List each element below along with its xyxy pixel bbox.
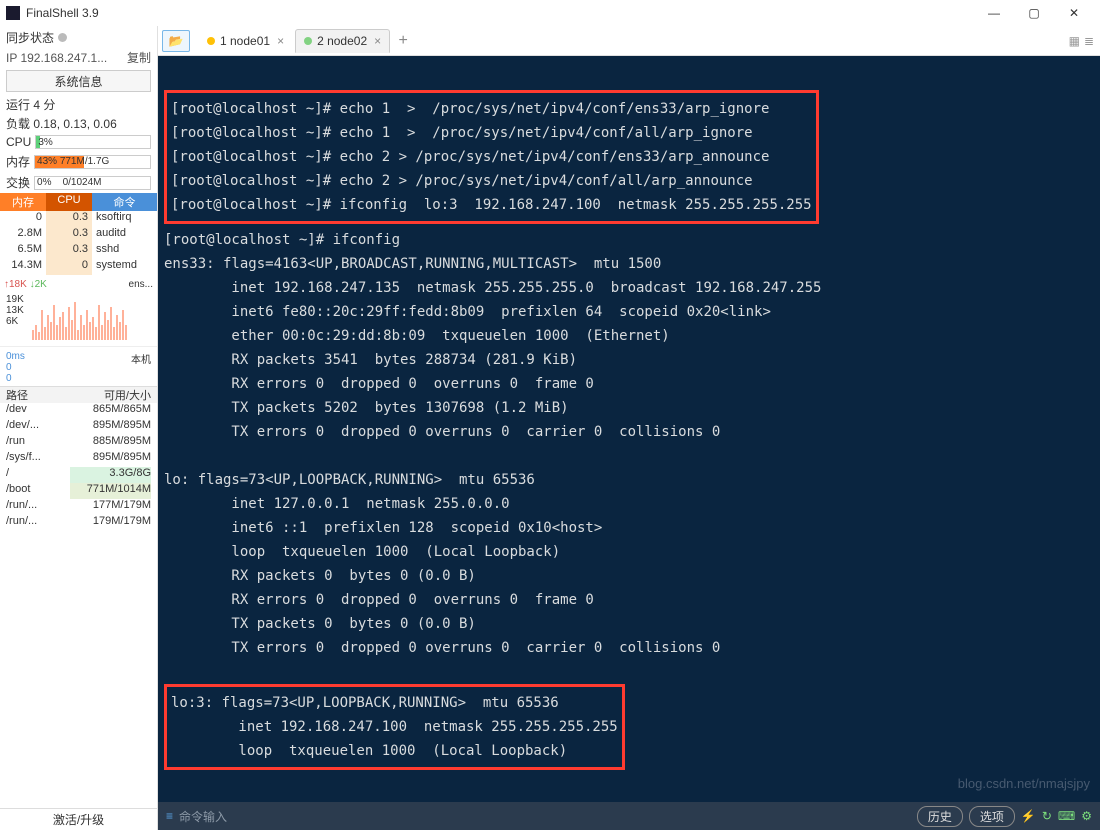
new-tab-button[interactable]: +: [392, 32, 414, 50]
options-button[interactable]: 选项: [969, 806, 1015, 827]
tab-status-dot: [207, 37, 215, 45]
disk-row[interactable]: /sys/f...895M/895M: [0, 451, 157, 467]
content-area: 📂 1 node01×2 node02× + ▦ ≣ [root@localho…: [158, 26, 1100, 830]
disk-row[interactable]: /run/...177M/179M: [0, 499, 157, 515]
process-row[interactable]: 14.3M0systemd: [0, 259, 157, 275]
system-info-button[interactable]: 系统信息: [6, 70, 151, 92]
loop-icon[interactable]: ↻: [1042, 809, 1052, 823]
view-list-icon[interactable]: ≣: [1084, 34, 1094, 48]
mem-label: 内存: [6, 153, 30, 170]
disk-row[interactable]: /dev/...895M/895M: [0, 419, 157, 435]
disk-row[interactable]: /boot771M/1014M: [0, 483, 157, 499]
disk-header: 路径可用/大小: [0, 387, 157, 403]
minimize-button[interactable]: —: [974, 1, 1014, 25]
terminal-output[interactable]: [root@localhost ~]# echo 1 > /proc/sys/n…: [158, 56, 1100, 802]
disk-row[interactable]: /run885M/895M: [0, 435, 157, 451]
bolt-icon[interactable]: ⚡: [1021, 809, 1036, 823]
net-down: ↓2K: [30, 279, 47, 290]
uptime-text: 运行 4 分: [0, 95, 157, 114]
terminal-footer: ≡ 命令输入 历史 选项 ⚡ ↻ ⌨ ⚙: [158, 802, 1100, 830]
ip-label: IP 192.168.247.1...: [6, 51, 107, 65]
cpu-gauge: 3%: [35, 135, 151, 149]
activate-button[interactable]: 激活/升级: [0, 808, 157, 830]
swap-label: 交换: [6, 174, 30, 191]
tab-bar: 📂 1 node01×2 node02× + ▦ ≣: [158, 26, 1100, 56]
mem-gauge: 43% 771M/1.7G: [34, 155, 151, 169]
cpu-label: CPU: [6, 135, 31, 149]
tab-2-node02[interactable]: 2 node02×: [295, 29, 390, 53]
sync-status-dot: [58, 33, 67, 42]
app-icon: [6, 6, 20, 20]
process-row[interactable]: 00.3ksoftirq: [0, 211, 157, 227]
tab-status-dot: [304, 37, 312, 45]
tab-1-node01[interactable]: 1 node01×: [198, 29, 293, 53]
net-device: ens...: [129, 279, 153, 290]
latency: 0ms: [6, 351, 25, 362]
swap-gauge: 0% 0/1024M: [34, 176, 151, 190]
tab-close-icon[interactable]: ×: [374, 34, 381, 48]
process-row[interactable]: 6.5M0.3sshd: [0, 243, 157, 259]
net-up: ↑18K: [4, 279, 27, 290]
highlighted-commands-box: [root@localhost ~]# echo 1 > /proc/sys/n…: [164, 90, 819, 224]
process-header: 内存 CPU 命令: [0, 193, 157, 211]
sync-status-label: 同步状态: [6, 29, 54, 46]
folder-open-icon[interactable]: 📂: [162, 30, 190, 52]
window-title: FinalShell 3.9: [26, 6, 974, 20]
disk-row[interactable]: /3.3G/8G: [0, 467, 157, 483]
disk-row[interactable]: /dev865M/865M: [0, 403, 157, 419]
code-icon[interactable]: ⌨: [1058, 809, 1075, 823]
settings-icon[interactable]: ⚙: [1081, 809, 1092, 823]
menu-icon[interactable]: ≡: [166, 809, 173, 823]
command-input[interactable]: 命令输入: [179, 808, 911, 825]
watermark: blog.csdn.net/nmajsjpy: [958, 772, 1090, 796]
copy-button[interactable]: 复制: [127, 49, 151, 66]
tab-close-icon[interactable]: ×: [277, 34, 284, 48]
close-button[interactable]: ✕: [1054, 1, 1094, 25]
network-chart: 19K13K6K: [6, 294, 151, 344]
disk-row[interactable]: /run/...179M/179M: [0, 515, 157, 531]
highlighted-interface-box: lo:3: flags=73<UP,LOOPBACK,RUNNING> mtu …: [164, 684, 625, 770]
process-row[interactable]: 2.8M0.3auditd: [0, 227, 157, 243]
view-grid-icon[interactable]: ▦: [1069, 34, 1080, 48]
history-button[interactable]: 历史: [917, 806, 963, 827]
maximize-button[interactable]: ▢: [1014, 1, 1054, 25]
sidebar: 同步状态 IP 192.168.247.1... 复制 系统信息 运行 4 分 …: [0, 26, 158, 830]
load-text: 负载 0.18, 0.13, 0.06: [0, 114, 157, 133]
titlebar: FinalShell 3.9 — ▢ ✕: [0, 0, 1100, 26]
